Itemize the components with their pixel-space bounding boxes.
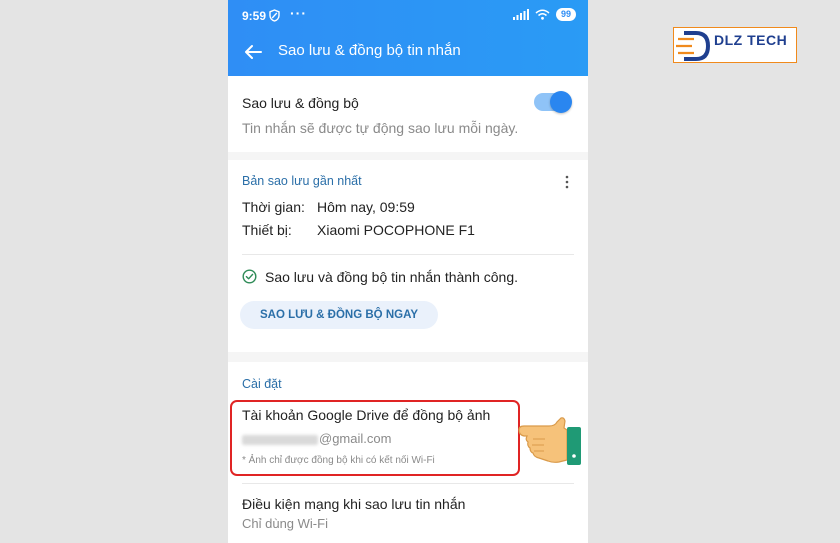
status-time: 9:59 (242, 9, 267, 23)
notification-dots: ··· (290, 5, 307, 21)
backup-status-message: Sao lưu và đồng bộ tin nhắn thành công. (265, 269, 519, 285)
email-domain: @gmail.com (319, 431, 392, 446)
logo-brand-text: DLZ TECH (714, 32, 788, 48)
backup-device-label: Thiết bị: (242, 222, 292, 238)
battery-indicator: 99 (555, 8, 576, 21)
backup-time-label: Thời gian: (242, 199, 305, 215)
google-drive-title: Tài khoản Google Drive để đồng bộ ảnh (242, 407, 491, 423)
backup-device-value: Xiaomi POCOPHONE F1 (317, 222, 475, 238)
backup-time-value: Hôm nay, 09:59 (317, 199, 415, 215)
status-icons: 99 (512, 8, 576, 21)
sync-now-button[interactable]: SAO LƯU & ĐỒNG BỘ NGAY (240, 301, 438, 329)
network-condition-value: Chỉ dùng Wi-Fi (242, 516, 328, 531)
backup-sync-description: Tin nhắn sẽ được tự động sao lưu mỗi ngà… (242, 120, 519, 136)
pointing-hand-icon (518, 417, 581, 465)
dlz-tech-logo: DLZ TECH (673, 27, 797, 63)
latest-backup-heading: Bản sao lưu gần nhất (242, 174, 362, 188)
backup-sync-title: Sao lưu & đồng bộ (242, 95, 359, 111)
settings-heading: Cài đặt (242, 377, 282, 391)
app-header: 9:59 ··· 99 Sao lưu & đồng bộ tin nhắn (228, 0, 588, 76)
latest-backup-card: Bản sao lưu gần nhất Thời gian: Hôm nay,… (228, 160, 588, 352)
google-drive-account-item[interactable]: Tài khoản Google Drive để đồng bộ ảnh @g… (230, 400, 520, 476)
arrow-left-icon[interactable] (242, 41, 264, 63)
toggle-knob (550, 91, 572, 113)
shield-icon (269, 9, 280, 22)
backup-sync-toggle[interactable] (534, 91, 572, 113)
network-condition-item[interactable]: Điều kiện mạng khi sao lưu tin nhắn Chỉ … (228, 484, 588, 534)
google-drive-email: @gmail.com (242, 431, 391, 446)
google-drive-note: * Ảnh chỉ được đồng bộ khi có kết nối Wi… (242, 455, 435, 466)
signal-icon (512, 9, 529, 20)
wifi-icon (535, 9, 550, 20)
network-condition-title: Điều kiện mạng khi sao lưu tin nhắn (242, 496, 466, 512)
divider (242, 254, 574, 255)
more-vert-icon[interactable] (562, 174, 572, 190)
page-title: Sao lưu & đồng bộ tin nhắn (278, 42, 461, 59)
check-circle-icon (242, 269, 257, 284)
dlz-logo-mark-icon (676, 31, 711, 61)
backup-sync-card: Sao lưu & đồng bộ Tin nhắn sẽ được tự độ… (228, 76, 588, 152)
blurred-email-prefix (242, 434, 318, 445)
